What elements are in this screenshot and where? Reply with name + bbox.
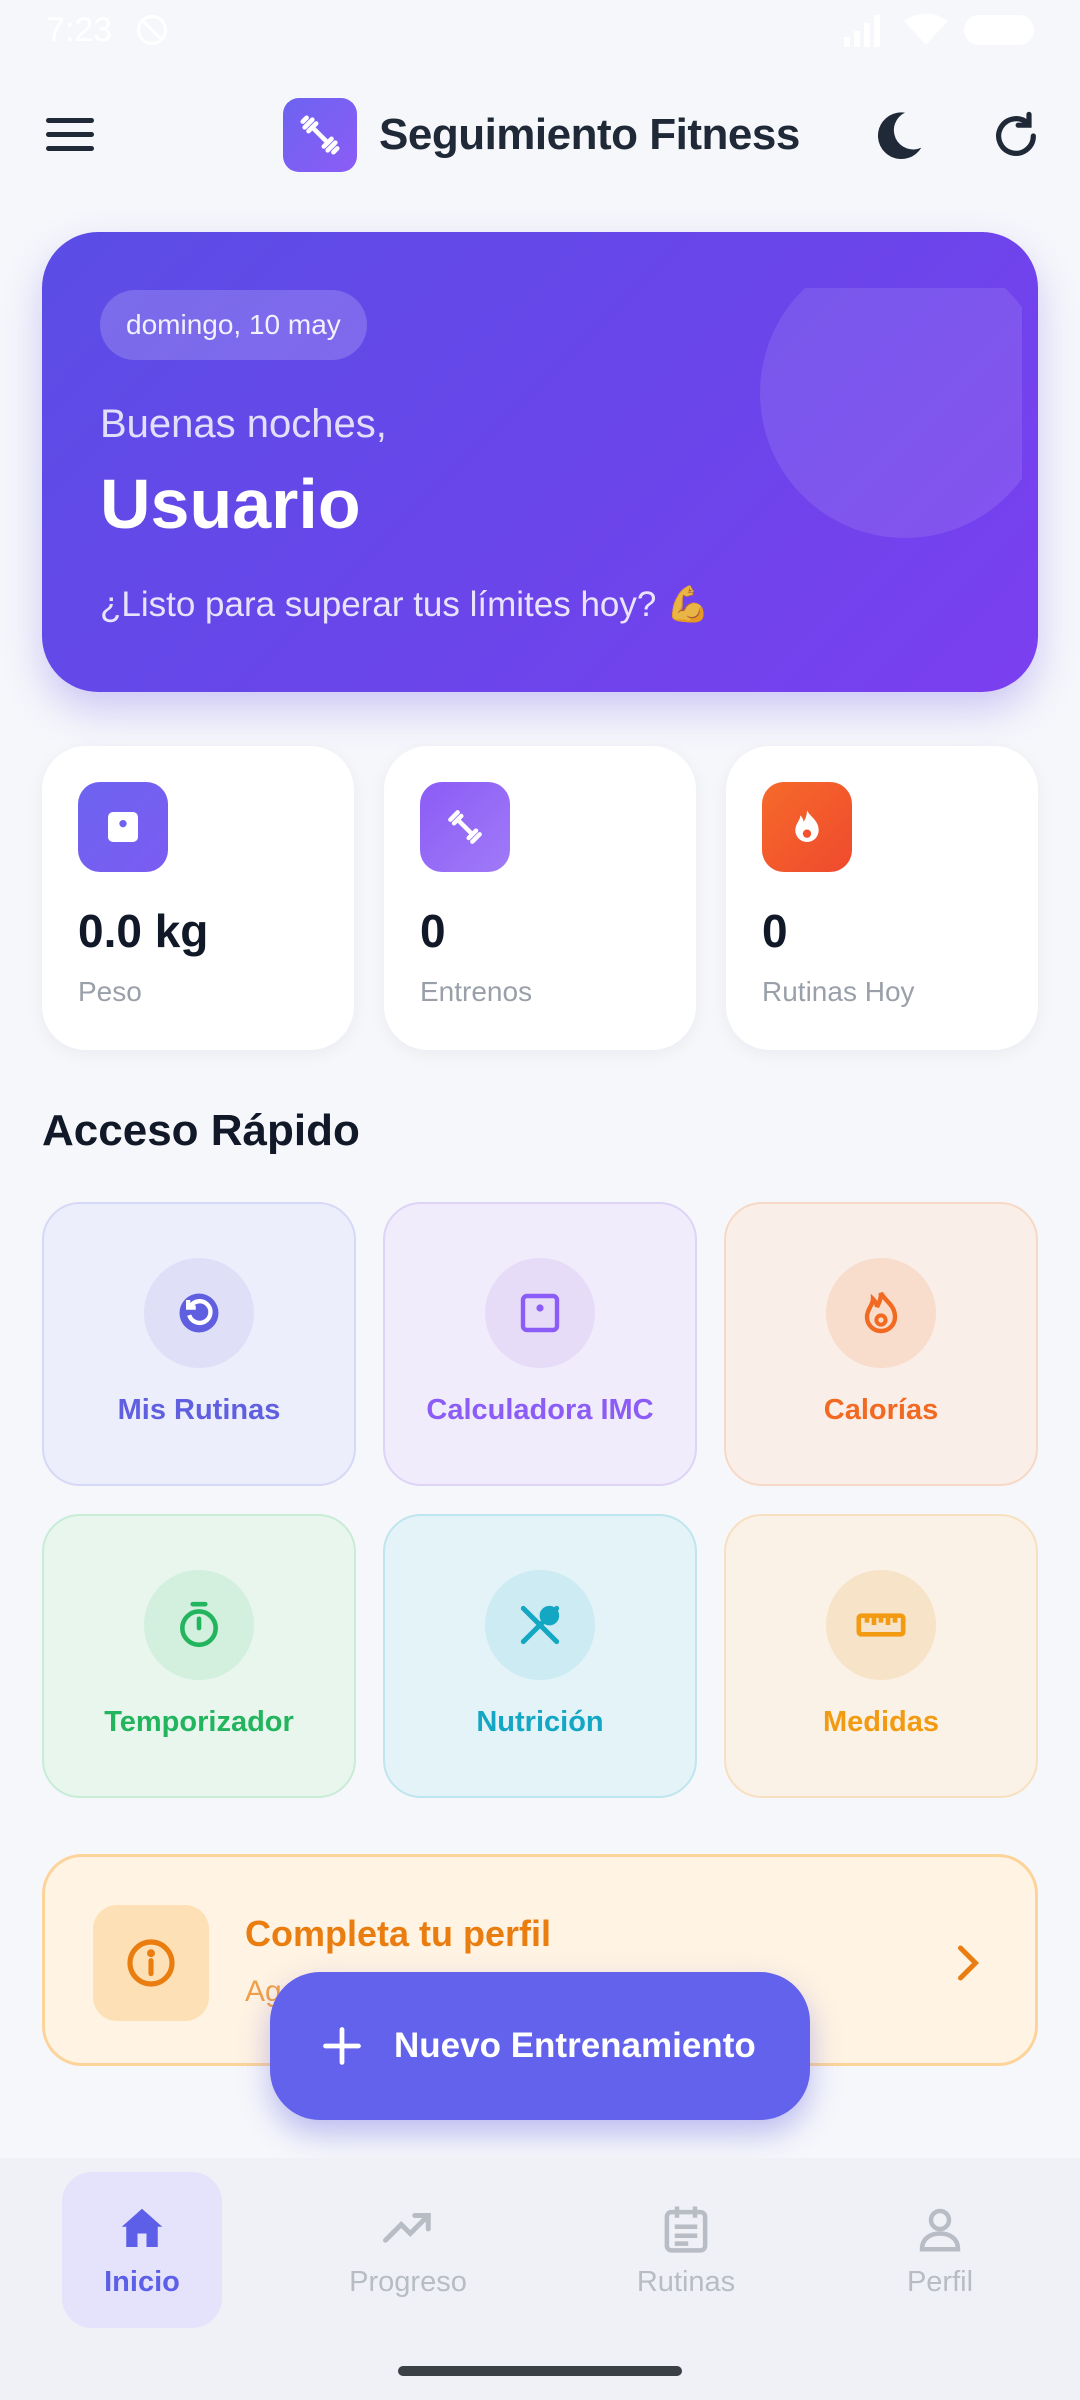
battery-icon: [964, 15, 1034, 45]
wifi-icon: [904, 13, 948, 45]
scale-icon: [485, 1258, 595, 1368]
status-bar: 7:23: [0, 0, 1080, 60]
fire-icon: [826, 1258, 936, 1368]
home-icon: [121, 2208, 163, 2247]
timer-icon: [144, 1570, 254, 1680]
tile-nutricion[interactable]: Nutrición: [383, 1514, 697, 1798]
decorative-circle: [718, 288, 1022, 550]
tile-medidas[interactable]: Medidas: [724, 1514, 1038, 1798]
date-badge: domingo, 10 may: [100, 290, 367, 360]
refresh-button[interactable]: [990, 110, 1042, 162]
tile-temporizador[interactable]: Temporizador: [42, 1514, 356, 1798]
app-title: Seguimiento Fitness: [379, 110, 800, 159]
tile-label: Temporizador: [104, 1706, 294, 1738]
user-name: Usuario: [100, 465, 361, 543]
app-title-group: Seguimiento Fitness: [283, 98, 800, 172]
user-icon: [919, 2208, 961, 2251]
stat-card-workouts[interactable]: 0 Entrenos: [384, 746, 696, 1050]
plus-icon: [323, 2027, 361, 2065]
do-not-disturb-icon: [137, 15, 168, 45]
home-indicator[interactable]: [398, 2366, 682, 2376]
scale-icon: [78, 782, 168, 872]
trending-up-icon: [383, 2212, 431, 2243]
fab-label: Nuevo Entrenamiento: [394, 2026, 756, 2065]
stat-value: 0: [762, 905, 788, 957]
fire-icon: [762, 782, 852, 872]
calendar-icon: [664, 2206, 708, 2253]
bottom-navigation: Inicio Progreso Rutinas Perfil: [0, 2158, 1080, 2400]
tile-mis-rutinas[interactable]: Mis Rutinas: [42, 1202, 356, 1486]
tile-label: Medidas: [822, 1706, 940, 1738]
stat-card-weight[interactable]: 0.0 kg Peso: [42, 746, 354, 1050]
stat-label: Peso: [78, 976, 142, 1007]
stat-label: Rutinas Hoy: [762, 976, 915, 1007]
nav-label: Perfil: [906, 2265, 974, 2298]
moon-icon: [877, 112, 922, 160]
tile-calorias[interactable]: Calorías: [724, 1202, 1038, 1486]
banner-title: Completa tu perfil: [245, 1913, 552, 1954]
tile-label: Calculadora IMC: [426, 1394, 654, 1426]
utensils-icon: [485, 1570, 595, 1680]
stat-label: Entrenos: [420, 976, 533, 1007]
stat-value: 0: [420, 905, 446, 957]
ruler-icon: [826, 1570, 936, 1680]
menu-icon: [46, 118, 94, 123]
menu-button[interactable]: [46, 118, 94, 154]
tile-label: Calorías: [823, 1394, 939, 1426]
nav-item-progreso[interactable]: Progreso: [328, 2172, 488, 2328]
nav-label: Rutinas: [636, 2265, 736, 2298]
section-title-quick-access: Acceso Rápido: [42, 1106, 360, 1155]
app-bar: Seguimiento Fitness: [0, 80, 1080, 190]
stat-card-routines-today[interactable]: 0 Rutinas Hoy: [726, 746, 1038, 1050]
greeting-card: domingo, 10 may Buenas noches, Usuario ¿…: [42, 232, 1038, 692]
nav-label: Inicio: [104, 2265, 180, 2298]
dark-mode-toggle[interactable]: [870, 108, 926, 164]
tile-calculadora-imc[interactable]: Calculadora IMC: [383, 1202, 697, 1486]
history-icon: [144, 1258, 254, 1368]
nav-label: Progreso: [349, 2265, 467, 2298]
tile-label: Mis Rutinas: [117, 1394, 281, 1426]
info-icon: [93, 1905, 209, 2021]
stat-value: 0.0 kg: [78, 905, 209, 957]
nav-item-rutinas[interactable]: Rutinas: [606, 2172, 766, 2328]
dumbbell-icon: [283, 98, 357, 172]
status-time: 7:23: [46, 10, 113, 49]
nav-item-inicio[interactable]: Inicio: [62, 2172, 222, 2328]
refresh-icon: [996, 111, 1036, 156]
nav-item-perfil[interactable]: Perfil: [860, 2172, 1020, 2328]
new-workout-button[interactable]: Nuevo Entrenamiento: [270, 1972, 810, 2120]
motivation-text: ¿Listo para superar tus límites hoy? 💪: [100, 585, 710, 624]
chevron-right-icon: [958, 1945, 980, 1981]
dumbbell-icon: [420, 782, 510, 872]
signal-icon: [844, 15, 880, 47]
greeting-text: Buenas noches,: [100, 402, 387, 446]
tile-label: Nutrición: [476, 1706, 604, 1738]
